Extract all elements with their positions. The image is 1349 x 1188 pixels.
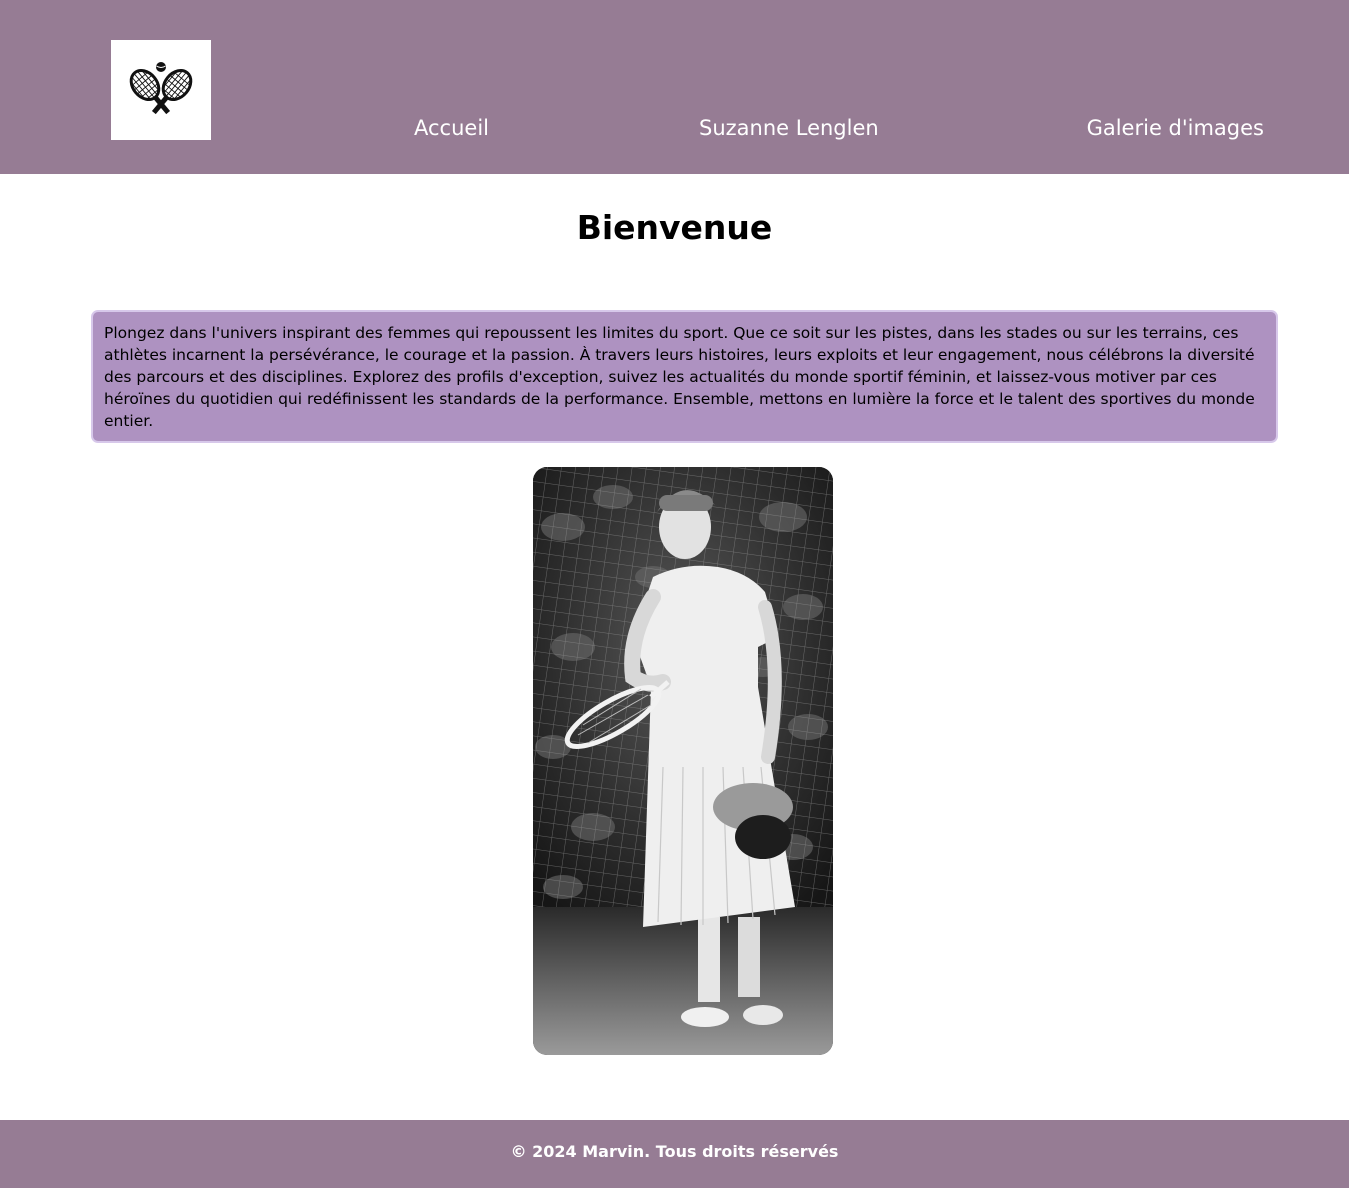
intro-text: Plongez dans l'univers inspirant des fem… [104,324,1255,430]
nav-link-accueil[interactable]: Accueil [414,116,489,140]
nav-link-galerie[interactable]: Galerie d'images [1087,116,1264,140]
page-title: Bienvenue [576,208,773,247]
intro-box: Plongez dans l'univers inspirant des fem… [91,310,1278,443]
nav-link-suzanne-lenglen[interactable]: Suzanne Lenglen [699,116,879,140]
footer-copyright: © 2024 Marvin. Tous droits réservés [510,1142,839,1161]
site-header: Accueil Suzanne Lenglen Galerie d'images [0,0,1349,174]
logo[interactable] [111,40,211,140]
crossed-tennis-rackets-icon [129,62,193,115]
tennis-player-photo [533,467,833,1055]
